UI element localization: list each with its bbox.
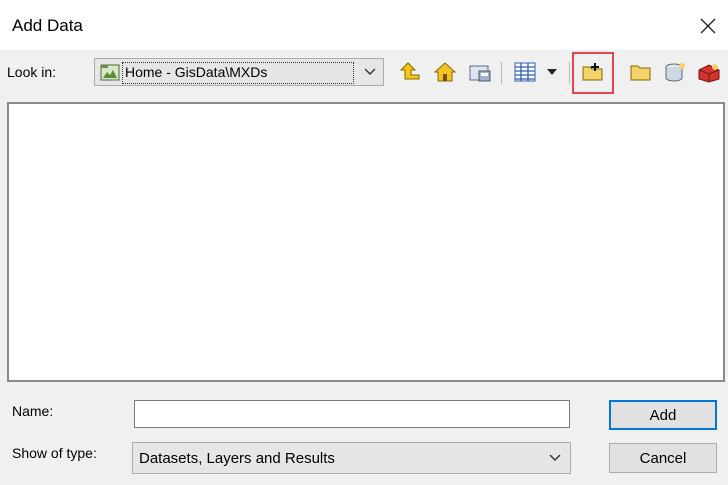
toolbar-separator [501, 62, 502, 84]
folder-connection-icon [469, 65, 491, 82]
toolbox-button[interactable] [696, 58, 722, 86]
caret-down-icon [547, 69, 557, 75]
name-input[interactable] [134, 400, 570, 428]
folder-button[interactable] [628, 58, 654, 86]
window-title: Add Data [12, 16, 83, 35]
add-button[interactable]: Add [609, 400, 717, 430]
connect-to-folder-button[interactable] [467, 58, 493, 86]
database-button[interactable] [662, 58, 688, 86]
home-icon [433, 62, 457, 82]
toolbox-icon [698, 64, 720, 83]
folder-icon [630, 65, 651, 81]
lookin-dropdown[interactable]: Home - GisData\MXDs [94, 58, 384, 86]
lookin-label: Look in: [7, 64, 57, 80]
cancel-button[interactable]: Cancel [609, 443, 717, 473]
type-label: Show of type: [12, 445, 97, 461]
highlight-box [572, 52, 614, 94]
grid-view-icon [514, 62, 536, 82]
up-one-level-button[interactable] [397, 58, 423, 86]
home-folder-icon [100, 64, 120, 81]
database-icon [665, 63, 685, 82]
type-value: Datasets, Layers and Results [139, 450, 335, 467]
view-options-button[interactable] [512, 58, 538, 86]
home-button[interactable] [432, 58, 458, 86]
view-menu-arrow[interactable] [542, 58, 562, 86]
up-arrow-icon [399, 62, 420, 80]
title-bar: Add Data [0, 0, 728, 50]
lookin-value: Home - GisData\MXDs [125, 64, 268, 80]
close-icon [700, 18, 716, 34]
file-list[interactable] [7, 102, 725, 382]
chevron-down-icon [549, 454, 561, 461]
name-label: Name: [12, 403, 54, 419]
toolbar-separator [569, 62, 570, 84]
chevron-down-icon [364, 68, 376, 75]
close-button[interactable] [688, 8, 728, 44]
type-dropdown[interactable]: Datasets, Layers and Results [132, 442, 571, 474]
